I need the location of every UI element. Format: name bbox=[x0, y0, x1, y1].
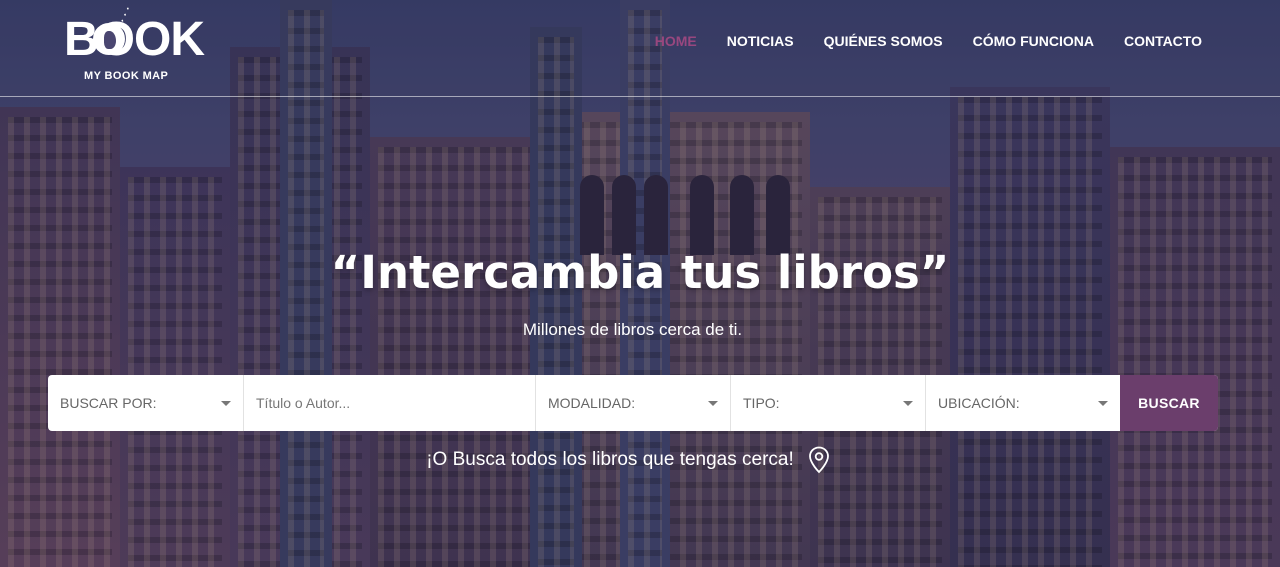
chevron-down-icon bbox=[221, 400, 231, 406]
map-pin-icon bbox=[808, 446, 829, 474]
site-logo[interactable]: BOOK ⋰ MY BOOK MAP bbox=[64, 4, 210, 86]
nav-como-funciona[interactable]: CÓMO FUNCIONA bbox=[973, 33, 1094, 49]
site-header: BOOK ⋰ MY BOOK MAP HOME NOTICIAS QUIÉNES… bbox=[0, 0, 1280, 97]
chevron-down-icon bbox=[1098, 400, 1108, 406]
nav-home[interactable]: HOME bbox=[655, 33, 697, 49]
search-input[interactable] bbox=[256, 395, 523, 411]
search-button[interactable]: BUSCAR bbox=[1120, 375, 1218, 431]
logo-wordmark: BOOK bbox=[64, 13, 205, 66]
tipo-select[interactable]: TIPO: bbox=[731, 375, 926, 431]
nav-noticias[interactable]: NOTICIAS bbox=[727, 33, 794, 49]
search-by-select[interactable]: BUSCAR POR: bbox=[48, 375, 244, 431]
search-query-field[interactable] bbox=[244, 375, 536, 431]
modalidad-label: MODALIDAD: bbox=[548, 395, 636, 411]
hero-subtitle: Millones de libros cerca de ti. bbox=[522, 320, 743, 339]
search-by-label: BUSCAR POR: bbox=[60, 395, 157, 411]
globe-icon bbox=[93, 23, 125, 55]
chevron-down-icon bbox=[903, 400, 913, 406]
main-nav: HOME NOTICIAS QUIÉNES SOMOS CÓMO FUNCION… bbox=[655, 33, 1202, 49]
nearby-search-text: ¡O Busca todos los libros que tengas cer… bbox=[426, 449, 794, 470]
ubicacion-label: UBICACIÓN: bbox=[938, 395, 1020, 411]
nav-quienes-somos[interactable]: QUIÉNES SOMOS bbox=[824, 33, 943, 49]
hero-title: “Intercambia tus libros” bbox=[330, 246, 950, 299]
nav-contacto[interactable]: CONTACTO bbox=[1124, 33, 1202, 49]
search-bar: BUSCAR POR: MODALIDAD: TIPO: UBICACIÓN: … bbox=[48, 375, 1218, 431]
nearby-search-link[interactable]: ¡O Busca todos los libros que tengas cer… bbox=[0, 446, 1256, 474]
modalidad-select[interactable]: MODALIDAD: bbox=[536, 375, 731, 431]
tipo-label: TIPO: bbox=[743, 395, 780, 411]
ubicacion-select[interactable]: UBICACIÓN: bbox=[926, 375, 1120, 431]
chevron-down-icon bbox=[708, 400, 718, 406]
logo-tagline: MY BOOK MAP bbox=[84, 70, 169, 82]
